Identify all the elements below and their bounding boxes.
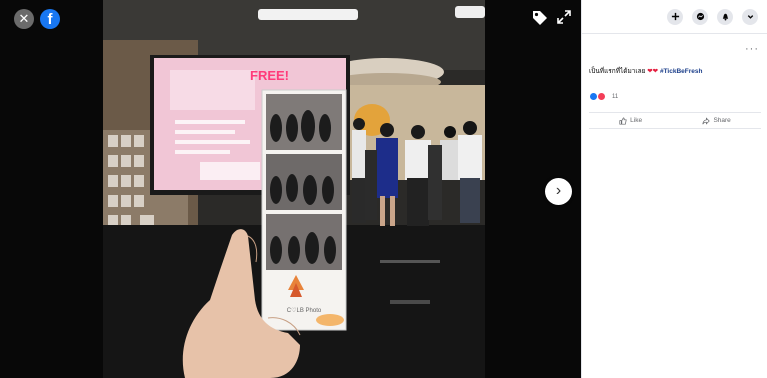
caption-hashtag-link[interactable]: #TickBeFresh [660,68,703,75]
close-icon: ✕ [18,11,30,26]
like-label: Like [630,117,643,124]
facebook-logo[interactable]: f [40,9,60,29]
viewer-top-controls: ✕ f [14,9,60,29]
next-photo-button[interactable]: › [545,178,572,205]
tag-photo-button[interactable] [531,9,549,27]
post-actions-bar: Like Share [589,112,761,129]
share-label: Share [713,117,731,124]
notifications-icon [722,13,728,21]
tag-icon [533,11,547,25]
photo-viewer: FREE! C♡LB Photo ✕ f › [0,0,581,378]
share-button[interactable]: Share [702,116,731,125]
photo-content: FREE! C♡LB Photo [103,0,485,378]
caption-text: เป็นที่แรกที่ได้มาเลย [589,68,646,75]
post-options-button[interactable]: ··· [745,43,759,55]
fullscreen-button[interactable] [556,9,572,25]
messenger-button[interactable] [692,8,708,25]
share-icon [702,116,711,125]
svg-text:C♡LB Photo: C♡LB Photo [287,307,322,314]
chevron-right-icon: › [555,182,562,199]
panel-header [582,0,767,34]
facebook-logo-icon: f [47,11,53,28]
account-menu-button[interactable] [742,8,758,25]
thumbs-up-icon [619,116,627,125]
caption-hearts: ❤❤ [647,68,659,75]
love-reaction-icon [597,92,606,101]
post-side-panel: ··· เป็นที่แรกที่ได้มาเลย ❤❤ #TickBeFres… [581,0,767,378]
facebook-photo-viewer: FREE! C♡LB Photo ✕ f › ··· เป็นที่แรกที่… [0,0,767,378]
reaction-count: 11 [612,93,619,100]
close-button[interactable]: ✕ [14,9,34,29]
notifications-button[interactable] [717,8,733,25]
photo: FREE! C♡LB Photo [0,0,581,378]
create-button[interactable] [667,8,683,25]
account-menu-icon [747,15,753,19]
expand-icon [557,10,571,24]
messenger-icon [696,12,704,21]
like-button[interactable]: Like [619,116,643,125]
post-caption: เป็นที่แรกที่ได้มาเลย ❤❤ #TickBeFresh [589,66,702,76]
plus-icon [671,12,679,21]
svg-text:FREE!: FREE! [250,68,289,83]
reactions-summary[interactable]: 11 [589,92,618,101]
